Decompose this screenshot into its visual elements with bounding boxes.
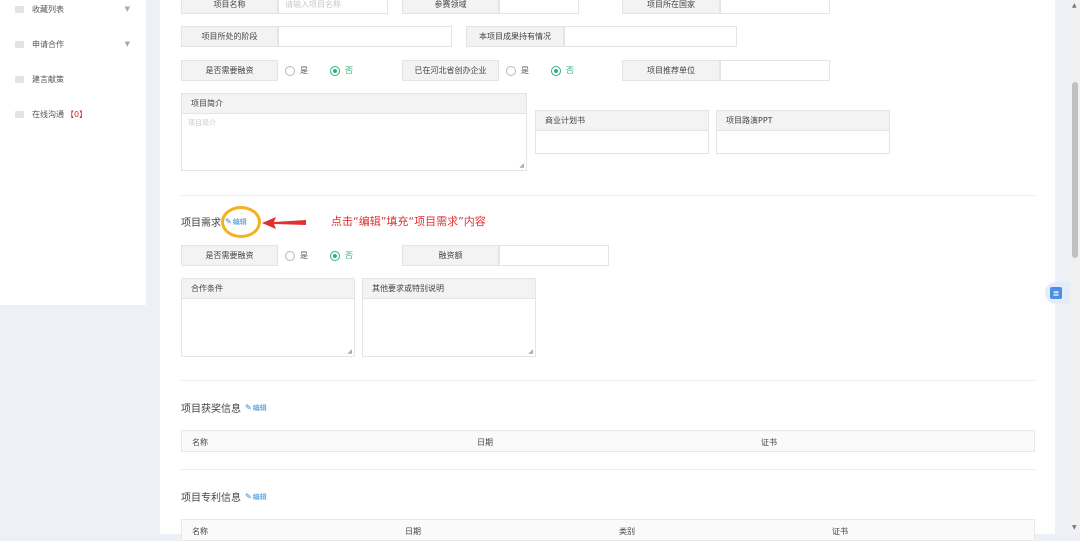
annotation-text: 点击“编辑”填充“项目需求”内容 bbox=[331, 215, 486, 228]
red-arrow-icon bbox=[262, 217, 306, 229]
resize-grip-icon[interactable]: ◢ bbox=[347, 348, 352, 355]
floating-service-button[interactable]: ≣ bbox=[1045, 282, 1071, 304]
coop-conditions-textarea[interactable]: 合作条件 ◢ bbox=[181, 278, 355, 357]
chevron-down-icon: ▼ bbox=[124, 40, 130, 48]
sidebar-item-label: 收藏列表 bbox=[32, 4, 64, 14]
radio-unchecked-icon bbox=[285, 250, 295, 261]
needs-financing-yes-radio[interactable]: 是 bbox=[285, 250, 308, 261]
ownership-label: 本项目成果持有情况 bbox=[466, 26, 564, 47]
list-icon bbox=[15, 110, 24, 118]
main-panel: 项目名称 请输入项目名称 参赛领域 项目所在国家 项目所处的阶段 本项目成果持有… bbox=[160, 0, 1055, 541]
divider bbox=[181, 469, 1035, 470]
project-intro-label: 项目简介 bbox=[182, 94, 526, 114]
awards-edit-link[interactable]: ✎ 编辑 bbox=[245, 403, 267, 413]
roadshow-ppt-label: 项目路演PPT bbox=[717, 111, 889, 131]
financing-yes-radio[interactable]: 是 bbox=[285, 65, 308, 76]
resize-grip-icon[interactable]: ◢ bbox=[519, 162, 524, 169]
project-name-label: 项目名称 bbox=[181, 0, 278, 14]
project-intro-placeholder: 项目简介 bbox=[188, 119, 216, 127]
financing-amount-input[interactable] bbox=[499, 245, 609, 266]
stage-label: 项目所处的阶段 bbox=[181, 26, 278, 47]
stage-input[interactable] bbox=[278, 26, 452, 47]
project-intro-textarea[interactable]: 项目简介 项目简介 ◢ bbox=[181, 93, 527, 171]
field-label: 参赛领域 bbox=[402, 0, 499, 14]
radio-checked-icon bbox=[551, 65, 561, 76]
chevron-down-icon: ▼ bbox=[124, 5, 130, 13]
column-header: 证书 bbox=[761, 438, 777, 447]
divider bbox=[181, 380, 1035, 381]
radio-checked-icon bbox=[330, 250, 340, 261]
awards-table-header: 名称 日期 证书 bbox=[181, 430, 1035, 452]
country-input[interactable] bbox=[720, 0, 830, 14]
radio-checked-icon bbox=[330, 65, 340, 76]
roadshow-ppt-upload[interactable]: 项目路演PPT bbox=[716, 110, 890, 154]
divider bbox=[181, 195, 1035, 196]
sidebar-item-label: 建言献策 bbox=[32, 74, 64, 84]
patents-table-header: 名称 日期 类别 证书 bbox=[181, 519, 1035, 541]
patents-section-title: 项目专利信息 ✎ 编辑 bbox=[181, 492, 267, 504]
financing-label: 是否需要融资 bbox=[181, 60, 278, 81]
scroll-down-icon[interactable]: ▼ bbox=[1072, 524, 1077, 531]
highlight-circle bbox=[221, 206, 261, 238]
list-icon bbox=[15, 5, 24, 13]
column-header: 类别 bbox=[619, 527, 635, 536]
sidebar-item-suggestions[interactable]: 建言献策 bbox=[15, 72, 135, 86]
other-requirements-textarea[interactable]: 其他要求或特别说明 ◢ bbox=[362, 278, 536, 357]
column-header: 日期 bbox=[477, 438, 493, 447]
column-header: 名称 bbox=[192, 438, 208, 447]
sidebar-item-apply-cooperation[interactable]: 申请合作 ▼ bbox=[15, 37, 135, 51]
project-name-input[interactable]: 请输入项目名称 bbox=[278, 0, 388, 14]
recommender-label: 项目推荐单位 bbox=[622, 60, 720, 81]
awards-section-title: 项目获奖信息 ✎ 编辑 bbox=[181, 403, 267, 415]
pencil-icon: ✎ bbox=[245, 492, 252, 501]
radio-unchecked-icon bbox=[285, 65, 295, 76]
business-plan-label: 商业计划书 bbox=[536, 111, 708, 131]
sidebar: 收藏列表 ▼ 申请合作 ▼ 建言献策 在线沟通 【0】 bbox=[0, 0, 146, 305]
hebei-no-radio[interactable]: 否 bbox=[551, 65, 574, 76]
recommender-input[interactable] bbox=[720, 60, 830, 81]
resize-grip-icon[interactable]: ◢ bbox=[528, 348, 533, 355]
column-header: 名称 bbox=[192, 527, 208, 536]
column-header: 证书 bbox=[832, 527, 848, 536]
radio-unchecked-icon bbox=[506, 65, 516, 76]
field-input[interactable] bbox=[499, 0, 579, 14]
coop-conditions-label: 合作条件 bbox=[182, 279, 354, 299]
needs-financing-label: 是否需要融资 bbox=[181, 245, 278, 266]
scrollbar[interactable]: ▲ ▼ bbox=[1070, 0, 1080, 534]
column-header: 日期 bbox=[405, 527, 421, 536]
other-requirements-label: 其他要求或特别说明 bbox=[363, 279, 535, 299]
chat-icon: ≣ bbox=[1050, 287, 1062, 299]
needs-financing-no-radio[interactable]: 否 bbox=[330, 250, 353, 261]
hebei-yes-radio[interactable]: 是 bbox=[506, 65, 529, 76]
hebei-enterprise-label: 已在河北省创办企业 bbox=[402, 60, 499, 81]
sidebar-item-online-chat[interactable]: 在线沟通 【0】 bbox=[15, 107, 135, 121]
sidebar-item-label: 申请合作 bbox=[32, 39, 64, 49]
pencil-icon: ✎ bbox=[245, 403, 252, 412]
list-icon bbox=[15, 75, 24, 83]
list-icon bbox=[15, 40, 24, 48]
scroll-thumb[interactable] bbox=[1072, 82, 1078, 258]
scroll-up-icon[interactable]: ▲ bbox=[1072, 2, 1077, 9]
sidebar-item-favorites[interactable]: 收藏列表 ▼ bbox=[15, 2, 135, 16]
financing-no-radio[interactable]: 否 bbox=[330, 65, 353, 76]
business-plan-upload[interactable]: 商业计划书 bbox=[535, 110, 709, 154]
financing-amount-label: 融资额 bbox=[402, 245, 499, 266]
country-label: 项目所在国家 bbox=[622, 0, 720, 14]
patents-edit-link[interactable]: ✎ 编辑 bbox=[245, 492, 267, 502]
sidebar-item-label: 在线沟通 bbox=[32, 109, 64, 119]
ownership-input[interactable] bbox=[564, 26, 737, 47]
unread-badge: 【0】 bbox=[66, 109, 88, 119]
